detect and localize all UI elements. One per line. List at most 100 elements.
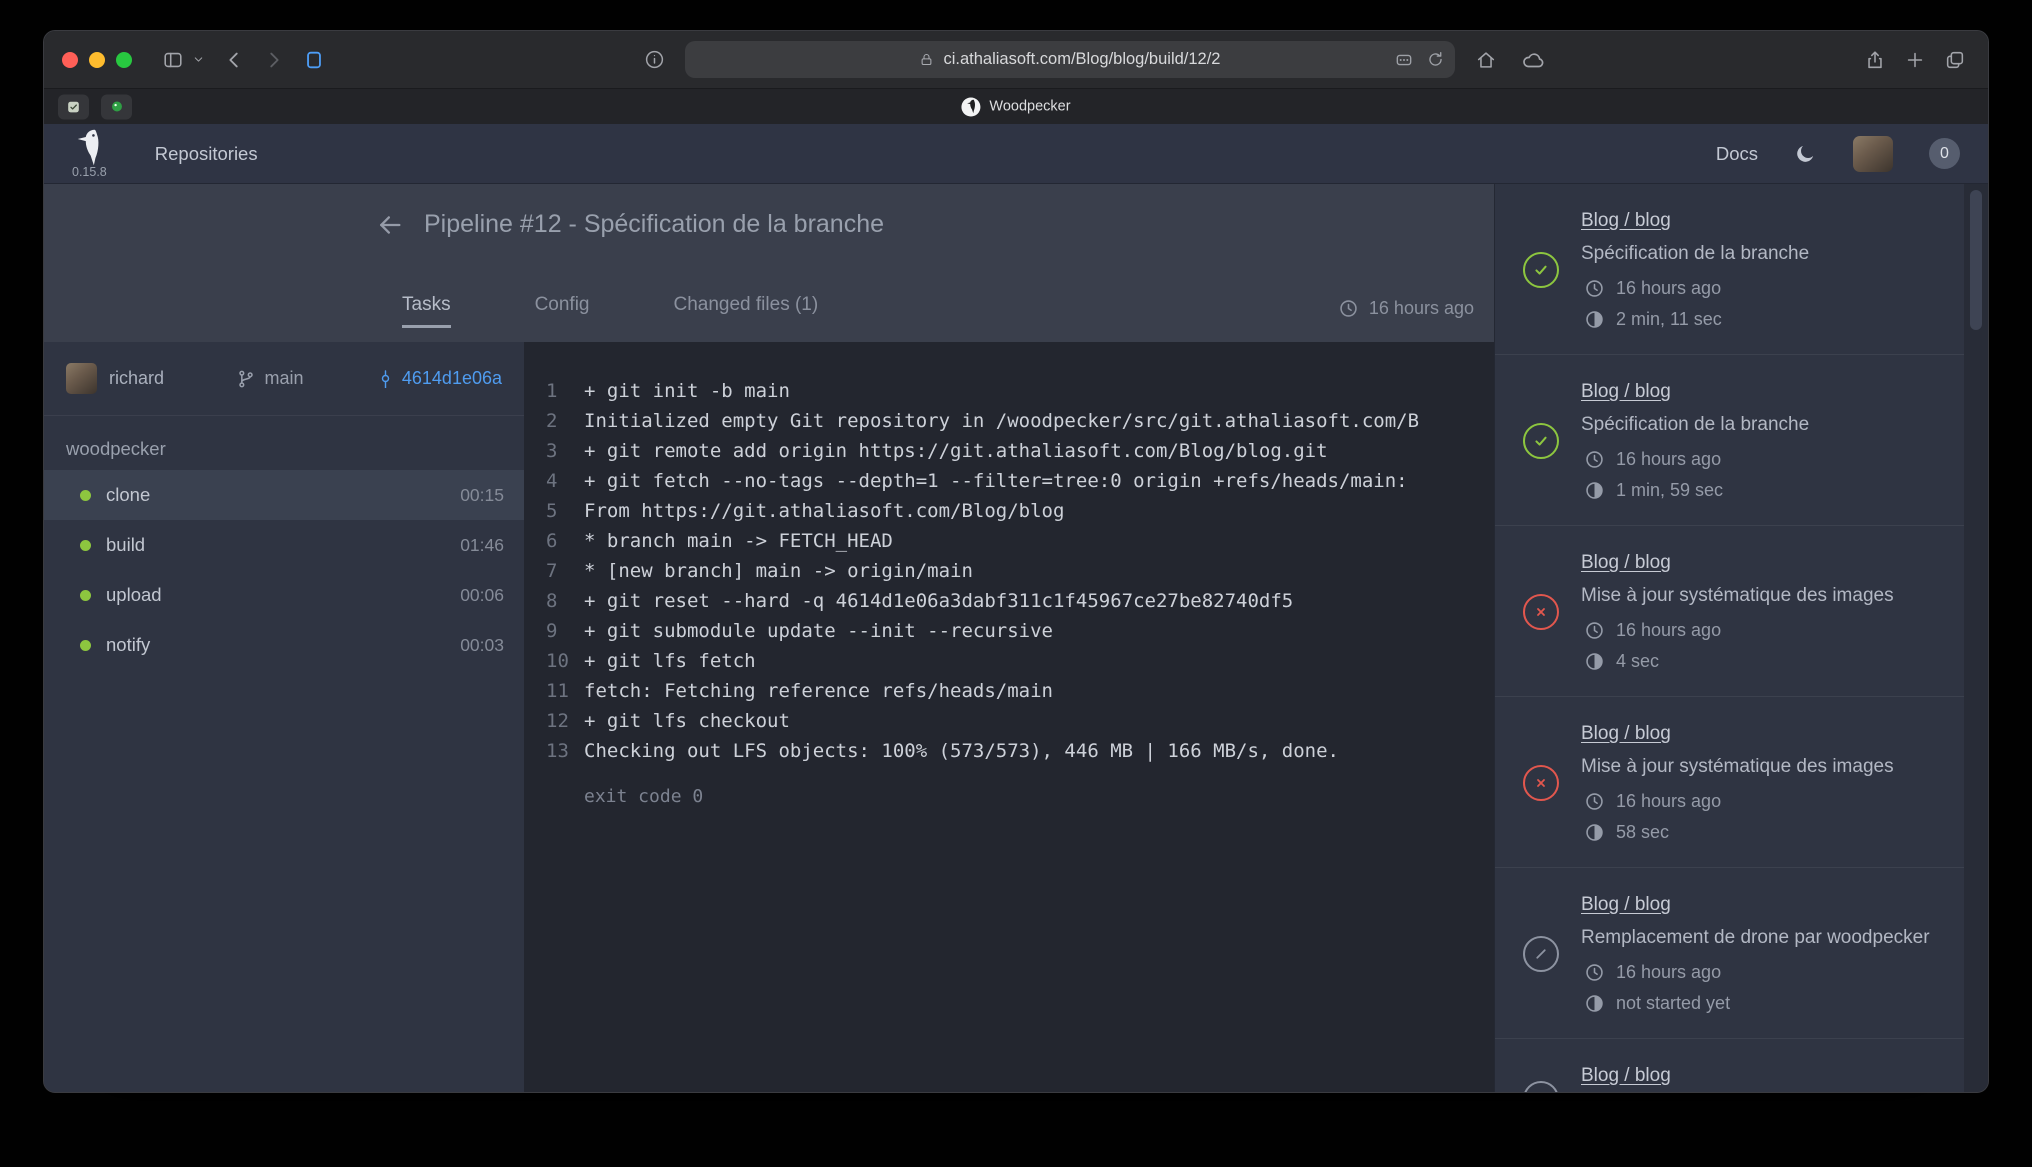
sidebar-scrollbar[interactable] xyxy=(1964,184,1988,1092)
woodpecker-logo[interactable]: 0.15.8 xyxy=(72,129,107,179)
step-name: notify xyxy=(106,634,150,656)
build-time: 16 hours ago xyxy=(1584,278,1809,299)
log-line: 11 fetch: Fetching reference refs/heads/… xyxy=(546,676,1494,706)
browser-tabbar: Woodpecker xyxy=(44,88,1988,124)
clock-icon xyxy=(1584,449,1605,470)
woodpecker-favicon xyxy=(961,97,980,116)
build-repo-link[interactable]: Blog / blog xyxy=(1581,723,1894,745)
build-list-item[interactable]: Blog / blog Spécification de la branche … xyxy=(1495,355,1964,526)
commit-author: richard xyxy=(66,363,164,394)
build-repo-link[interactable]: Blog / blog xyxy=(1581,1065,1930,1087)
build-repo-link[interactable]: Blog / blog xyxy=(1581,210,1809,232)
log-line: 3 + git remote add origin https://git.at… xyxy=(546,436,1494,466)
new-tab-icon[interactable] xyxy=(1900,45,1930,75)
tab-overview-icon[interactable] xyxy=(1940,45,1970,75)
build-repo-link[interactable]: Blog / blog xyxy=(1581,894,1930,916)
woodpecker-app: 0.15.8 Repositories Docs 0 xyxy=(44,124,1988,1092)
address-bar-actions xyxy=(1394,41,1445,78)
scrollbar-thumb[interactable] xyxy=(1970,190,1982,330)
cloud-tabs-icon[interactable] xyxy=(1517,44,1549,76)
build-message: Spécification de la branche xyxy=(1581,243,1809,265)
back-arrow-icon[interactable] xyxy=(376,211,404,239)
clock-icon xyxy=(1584,962,1605,983)
browser-window: ci.athaliasoft.com/Blog/blog/build/12/2 xyxy=(43,30,1989,1093)
clock-icon xyxy=(1584,791,1605,812)
commit-icon xyxy=(376,369,395,388)
log-line: 9 + git submodule update --init --recurs… xyxy=(546,616,1494,646)
pinned-tab-1-favicon xyxy=(66,99,81,114)
active-browser-tab[interactable]: Woodpecker xyxy=(961,97,1070,116)
step-status-dot xyxy=(80,640,91,651)
log-line-text: fetch: Fetching reference refs/heads/mai… xyxy=(584,676,1053,706)
clock-icon xyxy=(1338,298,1359,319)
nav-repositories-link[interactable]: Repositories xyxy=(155,143,258,165)
step-duration: 00:03 xyxy=(460,635,504,656)
pipeline-step[interactable]: clone 00:15 xyxy=(44,470,524,520)
home-icon[interactable] xyxy=(1471,45,1501,75)
privacy-report-icon[interactable] xyxy=(640,45,669,74)
log-line-number: 6 xyxy=(546,526,584,556)
pinned-tab-1[interactable] xyxy=(58,94,89,119)
blue-page-icon[interactable] xyxy=(299,45,329,75)
pipeline-main: Pipeline #12 - Spécification de la branc… xyxy=(44,184,1494,1092)
share-icon[interactable] xyxy=(1860,45,1890,75)
log-line: 6 * branch main -> FETCH_HEAD xyxy=(546,526,1494,556)
reload-icon[interactable] xyxy=(1426,50,1445,69)
chevron-down-icon[interactable] xyxy=(188,49,209,70)
nav-docs-link[interactable]: Docs xyxy=(1716,143,1758,165)
traffic-lights xyxy=(62,52,132,68)
build-list-item[interactable]: Blog / blog Remplacement de drone par wo… xyxy=(1495,1039,1964,1092)
tab-label: Changed files (1) xyxy=(674,294,819,315)
log-line-number: 5 xyxy=(546,496,584,526)
log-line-text: + git submodule update --init --recursiv… xyxy=(584,616,1053,646)
log-line-text: * [new branch] main -> origin/main xyxy=(584,556,973,586)
pipeline-step[interactable]: notify 00:03 xyxy=(44,620,524,670)
build-list-item[interactable]: Blog / blog Mise à jour systématique des… xyxy=(1495,526,1964,697)
build-duration: 4 sec xyxy=(1584,651,1894,672)
log-line: 12 + git lfs checkout xyxy=(546,706,1494,736)
dark-mode-toggle-icon[interactable] xyxy=(1794,142,1817,165)
branch-icon xyxy=(236,369,256,389)
forward-nav-icon[interactable] xyxy=(259,45,289,75)
steps-list: clone 00:15 build 01:46 upload 00:06 not… xyxy=(44,470,524,670)
build-repo-link[interactable]: Blog / blog xyxy=(1581,552,1894,574)
build-list-item[interactable]: Blog / blog Remplacement de drone par wo… xyxy=(1495,868,1964,1039)
pipeline-tab[interactable]: Changed files (1) xyxy=(674,294,819,328)
build-list-item[interactable]: Blog / blog Spécification de la branche … xyxy=(1495,184,1964,355)
pipeline-tab[interactable]: Tasks xyxy=(402,294,451,328)
log-line: 13 Checking out LFS objects: 100% (573/5… xyxy=(546,736,1494,766)
pipeline-tab[interactable]: Config xyxy=(535,294,590,328)
build-info: Blog / blog Mise à jour systématique des… xyxy=(1581,723,1894,843)
build-list-item[interactable]: Blog / blog Mise à jour systématique des… xyxy=(1495,697,1964,868)
pipeline-title: Pipeline #12 - Spécification de la branc… xyxy=(424,210,884,239)
extension-icon[interactable] xyxy=(1394,50,1414,70)
minimize-window-button[interactable] xyxy=(89,52,105,68)
address-bar[interactable]: ci.athaliasoft.com/Blog/blog/build/12/2 xyxy=(685,41,1455,78)
pipeline-step[interactable]: upload 00:06 xyxy=(44,570,524,620)
build-status-icon xyxy=(1523,936,1559,972)
close-window-button[interactable] xyxy=(62,52,78,68)
step-status-dot xyxy=(80,490,91,501)
build-duration: 58 sec xyxy=(1584,822,1894,843)
commit-hash-link[interactable]: 4614d1e06a xyxy=(376,368,502,389)
back-nav-icon[interactable] xyxy=(219,45,249,75)
pinned-tab-2[interactable] xyxy=(101,94,132,119)
pipeline-tabs: Tasks Config Changed files (1) xyxy=(402,294,818,328)
app-navbar: 0.15.8 Repositories Docs 0 xyxy=(44,124,1988,184)
zoom-window-button[interactable] xyxy=(116,52,132,68)
pipeline-created: 16 hours ago xyxy=(1338,298,1474,328)
build-status-icon xyxy=(1523,765,1559,801)
duration-icon xyxy=(1584,309,1605,330)
step-name: build xyxy=(106,534,145,556)
log-line: 8 + git reset --hard -q 4614d1e06a3dabf3… xyxy=(546,586,1494,616)
user-avatar[interactable] xyxy=(1853,136,1893,172)
sidebar-toggle-icon[interactable] xyxy=(158,45,188,75)
lock-icon xyxy=(919,52,934,67)
notifications-badge[interactable]: 0 xyxy=(1929,138,1960,169)
toolbar-center: ci.athaliasoft.com/Blog/blog/build/12/2 xyxy=(339,41,1850,78)
browser-tab-title: Woodpecker xyxy=(989,99,1070,115)
log-line-number: 1 xyxy=(546,376,584,406)
build-repo-link[interactable]: Blog / blog xyxy=(1581,381,1809,403)
pipeline-step[interactable]: build 01:46 xyxy=(44,520,524,570)
woodpecker-bird-icon xyxy=(75,129,103,166)
